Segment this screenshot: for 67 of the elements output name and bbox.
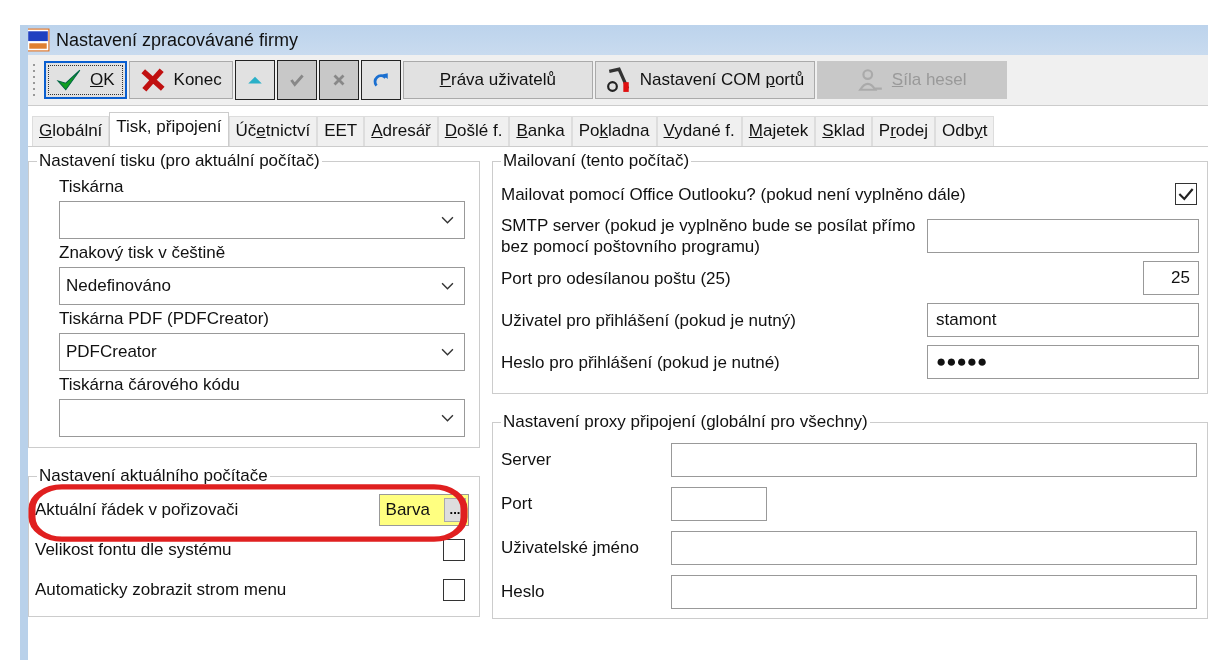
tab[interactable]: Globální <box>32 116 110 146</box>
toolbar-button[interactable]: Nastavení COM portů <box>594 61 816 99</box>
field-label: SMTP server (pokud je vyplněno bude se posílat přímo bez pomocí poštovního programu) <box>501 215 917 257</box>
field-label: Tiskárna čárového kódu <box>59 374 241 396</box>
field-label: Server <box>501 450 553 470</box>
input-field[interactable] <box>671 487 767 521</box>
up-arrow-button[interactable] <box>234 60 275 100</box>
tab[interactable]: Odbyt <box>935 116 995 146</box>
option-label: Aktuální řádek v pořizovači <box>35 500 239 520</box>
tab[interactable]: EET <box>317 116 365 146</box>
chevron-down-icon <box>441 215 454 225</box>
tab[interactable]: Majetek <box>741 116 816 146</box>
group-title: Nastavení tisku (pro aktuální počítač) <box>38 151 321 171</box>
chevron-down-icon <box>441 347 454 357</box>
field-label: Uživatelské jméno <box>501 538 640 558</box>
field-label: Znakový tisk v češtině <box>59 242 227 264</box>
toolbar-button[interactable]: OK <box>44 61 127 99</box>
checkbox[interactable] <box>443 539 465 561</box>
field-label: Heslo <box>501 582 546 602</box>
group-title: Nastavení proxy připojení (globální pro všechny) <box>502 412 869 432</box>
color-field[interactable]: Barva ... <box>378 494 469 526</box>
field-label: Heslo pro přihlášení (pokud je nutné) <box>501 351 780 373</box>
input-field[interactable]: stamont <box>927 303 1199 337</box>
tab[interactable]: Pokladna <box>571 116 657 146</box>
tab[interactable]: Sklad <box>815 116 872 146</box>
close-icon <box>139 67 166 93</box>
dropdown[interactable] <box>59 399 465 437</box>
input-field[interactable] <box>671 575 1197 609</box>
tab[interactable]: Adresář <box>364 116 438 146</box>
toolbar-button[interactable]: Práva uživatelů <box>402 61 593 99</box>
input-field[interactable] <box>671 531 1197 565</box>
window-title: Nastavení zpracovávané firmy <box>56 29 299 51</box>
dropdown[interactable]: PDFCreator <box>59 333 465 371</box>
toolbar-grip-icon <box>32 62 36 98</box>
input-field[interactable] <box>927 219 1199 253</box>
dropdown[interactable] <box>59 201 465 239</box>
group-title: Nastavení aktuálního počítače <box>38 466 269 486</box>
tab[interactable]: Vydané f. <box>656 116 742 146</box>
tab[interactable]: Banka <box>509 116 572 146</box>
redo-icon <box>371 71 390 89</box>
field-label: Uživatel pro přihlášení (pokud je nutný) <box>501 309 796 331</box>
field-label: Tiskárna <box>59 176 125 198</box>
chevron-down-icon <box>441 281 454 291</box>
dropdown[interactable]: Nedefinováno <box>59 267 465 305</box>
option-label: Velikost fontu dle systému <box>35 540 232 560</box>
input-field[interactable]: ●●●●● <box>927 345 1199 379</box>
tab[interactable]: Účetnictví <box>228 116 318 146</box>
tab[interactable]: Tisk, připojení <box>109 112 229 146</box>
tab[interactable]: Došlé f. <box>437 116 510 146</box>
field-label: Mailovat pomocí Office Outlooku? (pokud není vyplněno dále) <box>501 183 966 205</box>
chevron-down-icon <box>441 413 454 423</box>
field-label: Port <box>501 494 534 514</box>
option-label: Automaticky zobrazit strom menu <box>35 580 287 600</box>
tools-icon <box>605 67 632 93</box>
input-field[interactable]: 25 <box>1143 261 1199 295</box>
redo-button[interactable] <box>360 60 401 100</box>
field-label: Port pro odesílanou poštu (25) <box>501 267 731 289</box>
tab[interactable]: Prodej <box>871 116 935 146</box>
input-field[interactable] <box>671 443 1197 477</box>
field-label: Tiskárna PDF (PDFCreator) <box>59 308 270 330</box>
person-icon <box>857 67 884 93</box>
checkmark-icon <box>56 67 82 93</box>
app-logo-icon <box>28 28 50 52</box>
toolbar-button[interactable]: Konec <box>128 61 233 99</box>
checkbox[interactable] <box>443 579 465 601</box>
group-title: Mailovaní (tento počítač) <box>502 151 691 171</box>
checkbox[interactable] <box>1175 183 1197 205</box>
